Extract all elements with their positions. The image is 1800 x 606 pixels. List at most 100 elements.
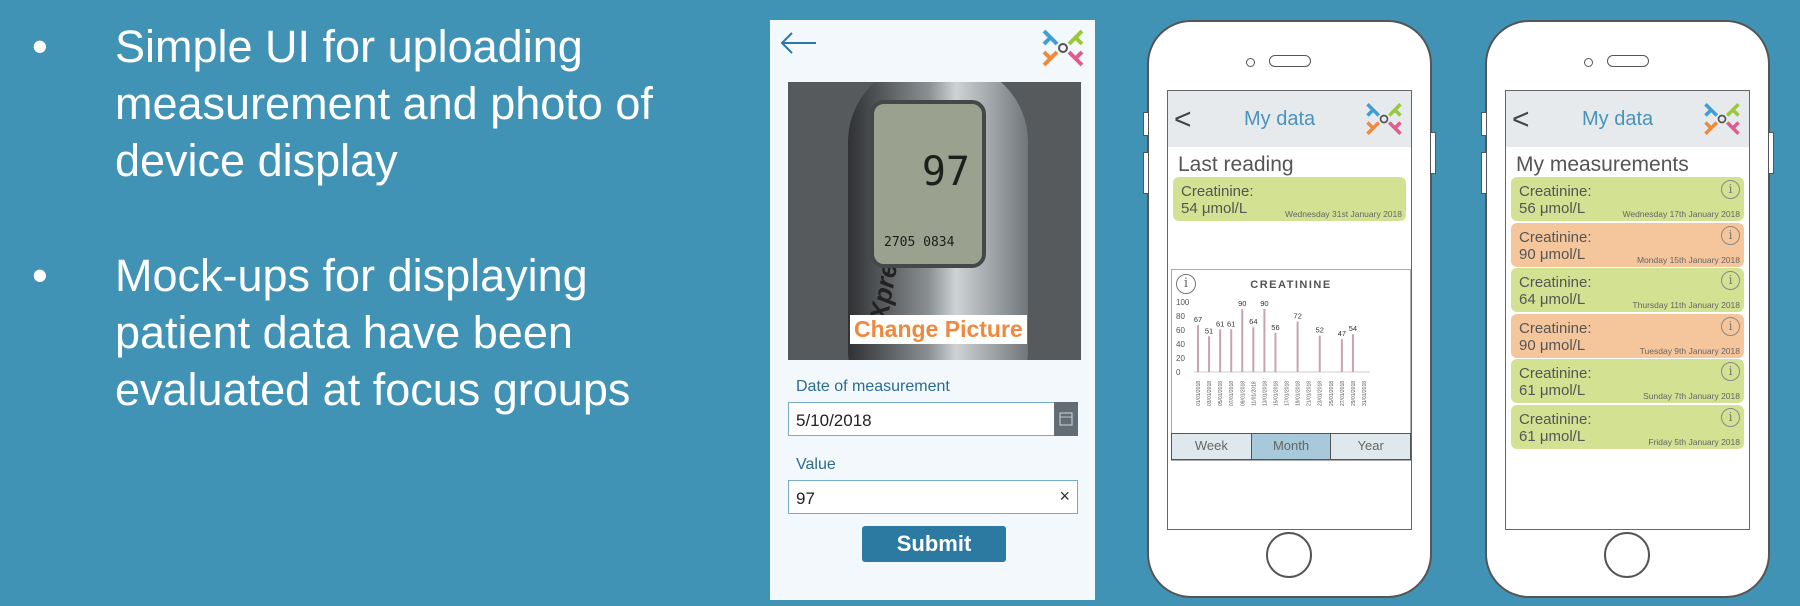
y-tick-label: 100 — [1176, 298, 1190, 307]
tab-month[interactable]: Month — [1251, 434, 1332, 459]
change-picture-button[interactable]: Change Picture — [850, 315, 1027, 344]
chart-bar[interactable] — [1208, 336, 1211, 372]
reading-date: Wednesday 31st January 2018 — [1284, 209, 1402, 219]
chart-bar[interactable] — [1296, 321, 1299, 372]
device-photo[interactable]: Xpress 97 2705 0834 Change Picture — [788, 82, 1081, 360]
phone-side-button — [1430, 132, 1436, 174]
y-tick-label: 80 — [1176, 312, 1185, 321]
measurement-value: 61 μmol/L — [1519, 427, 1586, 445]
date-field[interactable]: 5/10/2018 — [788, 402, 1078, 436]
measurement-card[interactable]: Creatinine: 61 μmol/L Friday 5th January 2… — [1511, 404, 1744, 449]
measurement-label: Creatinine: — [1519, 365, 1592, 382]
device-display-value: 97 — [921, 149, 970, 195]
device-screen: 97 2705 0834 — [870, 100, 986, 268]
phone-side-button — [1143, 152, 1149, 194]
phone-side-button — [1768, 132, 1774, 174]
date-value: 5/10/2018 — [796, 411, 872, 430]
chart-bar[interactable] — [1274, 332, 1277, 372]
chart-bar[interactable] — [1241, 309, 1244, 372]
bullet-text: Mock-ups for displaying patient data hav… — [115, 250, 631, 415]
data-label: 47 — [1338, 329, 1346, 338]
data-label: 72 — [1293, 312, 1301, 321]
x-tick-label: 29/01/2018 — [1351, 381, 1357, 406]
tab-week[interactable]: Week — [1172, 434, 1252, 459]
chart-bar[interactable] — [1351, 334, 1354, 372]
x-tick-label: 25/01/2018 — [1329, 381, 1335, 406]
creatinine-chart: i CREATININE 100 80 60 40 20 0 67 01/01/2018 51 0… — [1171, 269, 1411, 461]
info-icon[interactable]: i — [1721, 316, 1740, 336]
x-tick-label: 19/01/2018 — [1296, 381, 1302, 406]
phone-list-mockup: < My data My measurements Creatinine: 56 … — [1481, 20, 1774, 598]
chart-bar[interactable] — [1318, 335, 1321, 372]
chart-bar[interactable] — [1219, 329, 1222, 372]
measurement-value: 90 μmol/L — [1519, 336, 1586, 354]
device-display-date: 2705 0834 — [884, 235, 955, 250]
reading-label: Creatinine: — [1181, 183, 1254, 200]
data-label: 61 — [1216, 319, 1224, 328]
phone-speaker — [1269, 55, 1311, 67]
chart-bar[interactable] — [1340, 339, 1343, 372]
chart-bar[interactable] — [1230, 329, 1233, 372]
y-tick-label: 0 — [1176, 368, 1181, 377]
info-icon[interactable]: i — [1721, 225, 1740, 245]
phone-camera — [1584, 58, 1593, 67]
last-reading-card[interactable]: Creatinine: 54 μmol/L Wednesday 31st Jan… — [1173, 177, 1406, 221]
info-icon[interactable]: i — [1721, 180, 1740, 199]
measurement-value: 64 μmol/L — [1519, 291, 1586, 308]
page-title: My data — [1582, 108, 1654, 130]
chevron-left-icon[interactable]: < — [1512, 103, 1530, 137]
measurement-label: Creatinine: — [1519, 319, 1592, 337]
bullet-marker: • — [32, 21, 48, 72]
value-label: Value — [796, 456, 836, 473]
phone-screen: < My data My measurements Creatinine: 56 … — [1505, 90, 1750, 530]
logo-x-icon — [1042, 29, 1084, 67]
data-label: 64 — [1249, 317, 1257, 326]
measurement-card[interactable]: Creatinine: 90 μmol/L Tuesday 9th January … — [1511, 313, 1744, 358]
measurement-card[interactable]: Creatinine: 56 μmol/L Wednesday 17th Janua… — [1511, 177, 1744, 221]
back-arrow-icon[interactable] — [778, 28, 818, 58]
info-icon[interactable]: i — [1721, 362, 1740, 381]
measurement-label: Creatinine: — [1519, 183, 1592, 200]
data-label: 61 — [1227, 319, 1235, 328]
home-button[interactable] — [1266, 532, 1312, 578]
chart-bar[interactable] — [1197, 325, 1199, 372]
measurement-date: Friday 5th January 2018 — [1648, 436, 1740, 447]
x-tick-label: 27/01/2018 — [1340, 381, 1346, 406]
info-icon[interactable]: i — [1721, 271, 1740, 290]
data-label: 56 — [1271, 323, 1279, 332]
measurement-label: Creatinine: — [1519, 228, 1592, 246]
chart-title: CREATININE — [1250, 279, 1332, 291]
y-tick-label: 20 — [1176, 354, 1185, 363]
measurement-card[interactable]: Creatinine: 61 μmol/L Sunday 7th January 2… — [1511, 359, 1744, 403]
data-label: 90 — [1260, 299, 1268, 308]
upload-panel: Xpress 97 2705 0834 Change Picture Date … — [770, 20, 1095, 600]
x-tick-label: 05/01/2018 — [1218, 381, 1224, 406]
phone-side-button — [1481, 112, 1487, 136]
y-tick-label: 60 — [1176, 326, 1185, 335]
phone-screen: < My data Last reading Creatinine: 54 μm… — [1167, 90, 1412, 530]
clear-icon[interactable]: × — [1059, 486, 1070, 507]
logo-x-icon — [1704, 102, 1740, 136]
chart-bar[interactable] — [1263, 309, 1266, 372]
reading-value: 54 μmol/L — [1181, 200, 1248, 217]
value-field[interactable]: 97 × — [788, 480, 1078, 514]
info-icon[interactable]: i — [1721, 407, 1740, 427]
measurement-date: Monday 15th January 2018 — [1636, 254, 1740, 265]
measurement-card[interactable]: Creatinine: 90 μmol/L Monday 15th January … — [1511, 222, 1744, 267]
home-button[interactable] — [1604, 532, 1650, 578]
data-label: 90 — [1238, 299, 1246, 308]
calendar-icon[interactable] — [1054, 402, 1078, 436]
submit-button[interactable]: Submit — [862, 526, 1006, 562]
section-title: My measurements — [1516, 153, 1689, 176]
measurement-card[interactable]: Creatinine: 64 μmol/L Thursday 11th Januar… — [1511, 268, 1744, 312]
value-input-text: 97 — [796, 489, 815, 508]
phone-side-button — [1481, 152, 1487, 194]
tab-year[interactable]: Year — [1331, 434, 1411, 459]
bullet-item: • Simple UI for uploading measurement an… — [30, 18, 670, 189]
chart-bar[interactable] — [1252, 327, 1255, 372]
chevron-left-icon[interactable]: < — [1174, 103, 1192, 137]
measurement-date: Sunday 7th January 2018 — [1643, 391, 1740, 401]
measurement-value: 90 μmol/L — [1519, 245, 1586, 263]
x-tick-label: 23/01/2018 — [1318, 381, 1324, 406]
bullet-marker: • — [32, 250, 48, 301]
